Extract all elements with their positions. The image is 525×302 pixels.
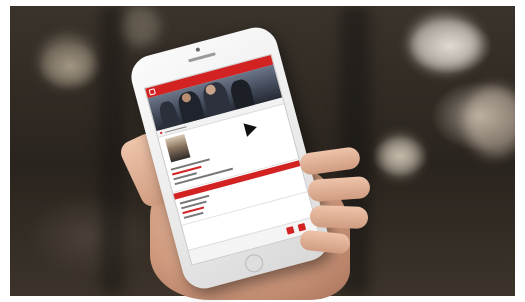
- text-line: [183, 211, 204, 219]
- section-marker-icon: [159, 131, 163, 135]
- bokeh-light: [40, 36, 95, 86]
- bokeh-light: [465, 86, 515, 156]
- bokeh-light: [380, 136, 420, 176]
- avatar: [164, 134, 191, 163]
- bokeh-light: [120, 6, 160, 46]
- menu-icon: [148, 88, 156, 96]
- finger: [309, 204, 369, 230]
- bokeh-light: [410, 16, 480, 71]
- home-button[interactable]: [243, 252, 266, 275]
- front-camera-icon: [195, 47, 201, 53]
- photo-scene: [0, 0, 525, 302]
- share-icon[interactable]: [285, 226, 295, 235]
- play-icon[interactable]: [243, 120, 259, 137]
- finger: [307, 175, 371, 203]
- speaker-grille: [188, 52, 216, 63]
- bookmark-icon[interactable]: [297, 222, 307, 232]
